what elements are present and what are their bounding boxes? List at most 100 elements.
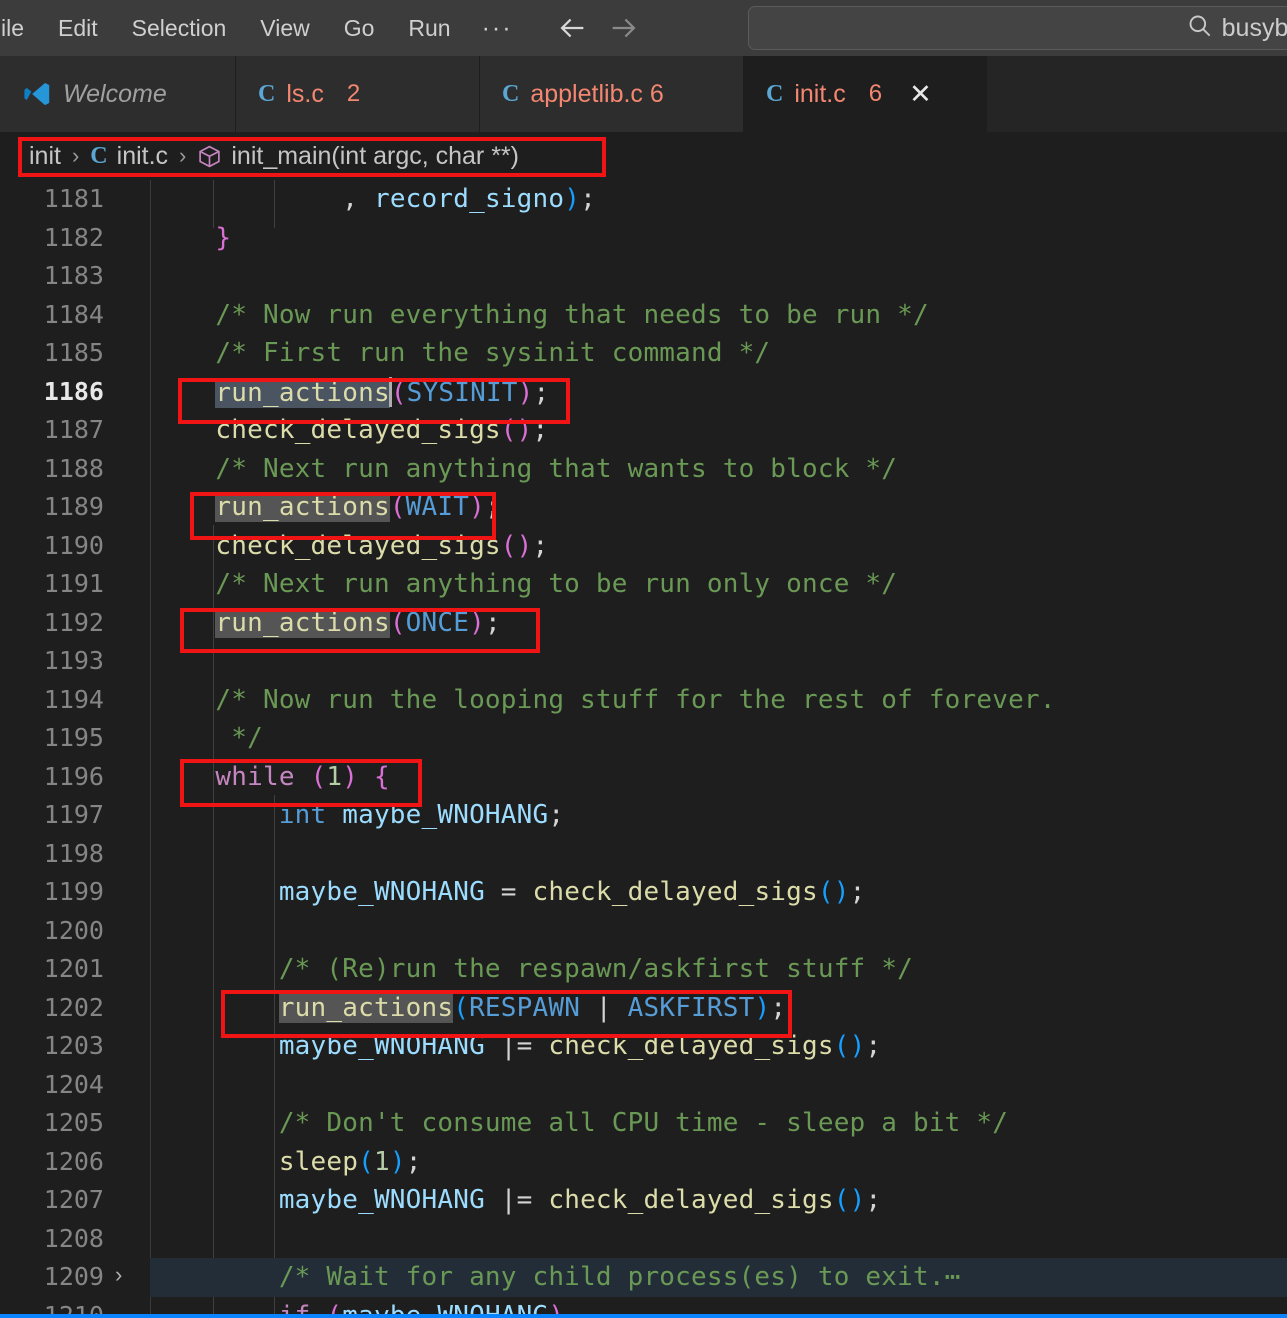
line-number: 1181 [43,184,104,213]
tab-label-appletlib-c: appletlib.c 6 [530,79,664,108]
line-number: 1200 [43,915,104,945]
code-line-1194: /* Now run the looping stuff for the res… [152,684,1056,715]
code-line-1196: while (1) { [215,761,390,792]
code-line-row[interactable]: 1200 [0,912,1287,951]
code-line-row[interactable]: 1208 [0,1220,1287,1259]
code-line-row[interactable]: 1190 check_delayed_sigs(); [0,527,1287,566]
code-line-row[interactable]: 1185 /* First run the sysinit command */ [0,334,1287,373]
code-line-row[interactable]: 1195 */ [0,719,1287,758]
tab-error-badge-init-c: 6 [868,80,883,107]
vscode-logo-icon [22,79,52,109]
line-number: 1201 [43,954,104,983]
line-number: 1193 [43,646,104,675]
close-icon[interactable]: ✕ [909,80,932,108]
code-line-1185: /* First run the sysinit command */ [152,338,771,368]
code-line-1195: */ [152,723,263,753]
code-line-row[interactable]: 1199 maybe_WNOHANG = check_delayed_sigs(… [0,873,1287,912]
code-line-1188: /* Next run anything that wants to block… [152,453,898,484]
navigation-buttons [555,11,641,45]
breadcrumb-symbol[interactable]: init_main(int argc, char **) [231,142,519,171]
code-line-row[interactable]: 1196 while (1) { [0,758,1287,797]
menu-item-selection[interactable]: Selection [115,0,244,56]
code-line-row-folded[interactable]: 1209 › /* Wait for any child process(es)… [0,1258,1287,1297]
line-number: 1206 [43,1146,104,1176]
line-number: 1196 [43,761,104,791]
line-number: 1208 [43,1223,104,1253]
editor-tab-bar: Welcome C ls.c 2 C appletlib.c 6 C init.… [0,56,1287,132]
breadcrumb-file[interactable]: init.c [117,142,168,171]
tab-welcome[interactable]: Welcome [0,56,236,132]
menu-item-view[interactable]: View [243,0,326,56]
c-file-icon: C [258,80,276,107]
menu-item-run[interactable]: Run [391,0,467,56]
code-line-1191: /* Next run anything to be run only once… [152,569,898,599]
menu-item-go[interactable]: Go [327,0,392,56]
code-line-row[interactable]: 1186 run_actions(SYSINIT); [0,373,1287,412]
line-number-active: 1186 [43,376,104,406]
code-line-1186: run_actions(SYSINIT); [215,376,550,408]
c-file-icon: C [90,142,108,169]
code-editor[interactable]: 1181 , record_signo); 1182 } 1183 1184 /… [0,180,1287,1318]
line-number: 1190 [43,530,104,560]
c-file-icon: C [502,80,520,107]
line-number: 1195 [43,723,104,752]
line-number: 1197 [43,800,104,829]
tab-label-welcome: Welcome [63,79,167,108]
title-bar: ile Edit Selection View Go Run ··· busyb… [0,0,1287,56]
code-line-row[interactable]: 1201 /* (Re)run the respawn/askfirst stu… [0,950,1287,989]
code-line-row[interactable]: 1197 int maybe_WNOHANG; [0,796,1287,835]
search-value: busybox-1 [1221,13,1287,42]
line-number: 1205 [43,1108,104,1137]
code-line-row[interactable]: 1193 [0,642,1287,681]
breadcrumb-folder[interactable]: init [29,142,61,171]
code-line-row[interactable]: 1205 /* Don't consume all CPU time - sle… [0,1104,1287,1143]
code-line-row[interactable]: 1181 , record_signo); [0,180,1287,219]
code-line-1209: /* Wait for any child process(es) to exi… [152,1262,961,1292]
arrow-left-icon[interactable] [555,11,589,45]
menu-item-edit[interactable]: Edit [41,0,115,56]
tab-bar-empty-area [987,56,1287,132]
code-line-1189: run_actions(WAIT); [215,492,501,522]
line-number: 1182 [43,222,104,252]
tab-appletlib-c[interactable]: C appletlib.c 6 [480,56,744,132]
line-number: 1184 [43,299,104,329]
line-number: 1188 [43,453,104,483]
code-line-row[interactable]: 1206 sleep(1); [0,1143,1287,1182]
code-line-row[interactable]: 1192 run_actions(ONCE); [0,604,1287,643]
code-line-1205: /* Don't consume all CPU time - sleep a … [152,1108,1009,1138]
line-number: 1198 [43,838,104,868]
code-line-row[interactable]: 1191 /* Next run anything to be run only… [0,565,1287,604]
menu-item-more[interactable]: ··· [468,0,527,56]
code-line-row[interactable]: 1203 maybe_WNOHANG |= check_delayed_sigs… [0,1027,1287,1066]
code-line-1197: int maybe_WNOHANG; [278,800,565,830]
code-line-row[interactable]: 1198 [0,835,1287,874]
code-line-row[interactable]: 1189 run_actions(WAIT); [0,488,1287,527]
code-line-row[interactable]: 1187 check_delayed_sigs(); [0,411,1287,450]
code-line-1199: maybe_WNOHANG = check_delayed_sigs(); [278,877,866,907]
command-center-search[interactable]: busybox-1 [748,6,1287,50]
code-line-row[interactable]: 1204 [0,1066,1287,1105]
code-line-row[interactable]: 1202 run_actions(RESPAWN | ASKFIRST); [0,989,1287,1028]
code-line-row[interactable]: 1184 /* Now run everything that needs to… [0,296,1287,335]
code-line-1202: run_actions(RESPAWN | ASKFIRST); [278,992,787,1023]
code-line-row[interactable]: 1207 maybe_WNOHANG |= check_delayed_sigs… [0,1181,1287,1220]
code-line-row[interactable]: 1182 } [0,219,1287,258]
code-line-1201: /* (Re)run the respawn/askfirst stuff */ [152,954,913,984]
tab-ls-c[interactable]: C ls.c 2 [236,56,480,132]
bottom-accent-line [0,1314,1287,1318]
tab-error-badge-ls-c: 2 [346,80,361,107]
code-line-1181: , record_signo); [342,184,596,214]
code-line-1182: } [215,222,232,253]
code-line-row[interactable]: 1188 /* Next run anything that wants to … [0,450,1287,489]
tab-init-c[interactable]: C init.c 6 ✕ [744,56,987,132]
breadcrumb-separator: › [179,143,187,168]
breadcrumb: init › C init.c › init_main(int argc, ch… [18,136,530,176]
menu-item-file[interactable]: ile [0,0,41,56]
chevron-right-icon[interactable]: › [115,1262,122,1288]
tab-label-init-c: init.c [794,79,846,108]
tab-label-ls-c: ls.c [286,79,324,108]
code-line-1190: check_delayed_sigs(); [215,530,549,561]
line-number: 1192 [43,607,104,637]
code-line-row[interactable]: 1183 [0,257,1287,296]
code-line-row[interactable]: 1194 /* Now run the looping stuff for th… [0,681,1287,720]
